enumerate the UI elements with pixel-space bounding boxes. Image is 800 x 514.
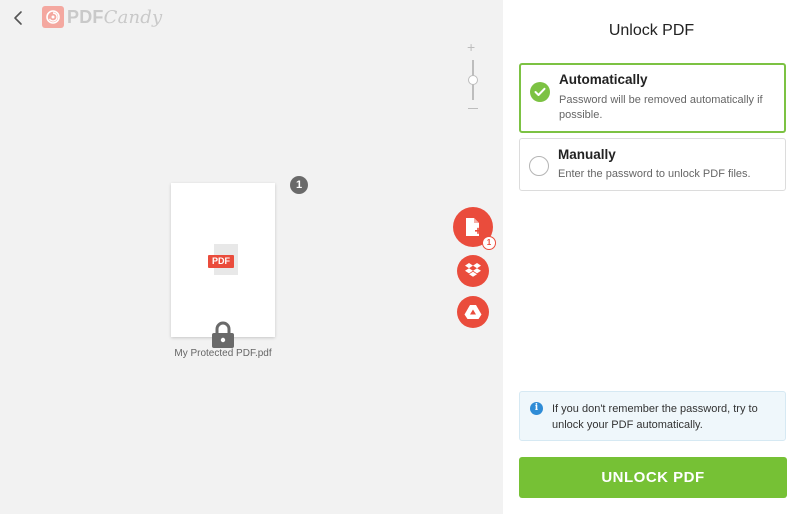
panel-title: Unlock PDF [608,22,695,39]
pdf-thumbnail[interactable]: PDF [171,183,275,348]
lock-icon [211,321,235,349]
dropbox-button[interactable] [457,255,489,287]
option-automatically[interactable]: Automatically Password will be removed a… [519,63,786,133]
add-file-icon [466,218,481,236]
back-chevron-icon [14,11,22,25]
pdf-tag: PDF [208,255,234,268]
radio-selected[interactable] [530,82,550,102]
info-box: i If you don't remember the password, tr… [519,391,786,441]
option-manually[interactable]: Manually Enter the password to unlock PD… [519,138,786,191]
option-label: Automatically [559,72,648,87]
unlock-pdf-button[interactable]: UNLOCK PDF [519,457,787,498]
check-icon [534,87,546,96]
zoom-handle[interactable] [468,75,478,85]
zoom-slider[interactable]: + [464,38,482,120]
back-button[interactable] [10,8,28,28]
dropbox-icon [465,263,481,277]
pdf-file-icon: PDF [208,244,240,276]
page-count-badge: 1 [290,176,308,194]
file-name: My Protected PDF.pdf [174,348,272,359]
upload-count-badge: 1 [482,236,496,250]
logo-text: PDFCandy [67,6,163,28]
settings-panel: Unlock PDF Automatically Password will b… [503,0,800,514]
zoom-in-button[interactable]: + [467,40,475,54]
logo[interactable]: PDFCandy [42,6,162,28]
option-label: Manually [558,147,616,162]
info-text: If you don't remember the password, try … [552,403,758,431]
option-description: Enter the password to unlock PDF files. [558,168,751,180]
radio-unselected[interactable] [529,156,549,176]
info-icon: i [530,402,543,415]
zoom-out-button[interactable] [468,108,478,109]
google-drive-icon [464,305,482,319]
option-description: Password will be removed automatically i… [559,94,763,121]
google-drive-button[interactable] [457,296,489,328]
logo-icon [42,6,64,28]
workspace: PDFCandy + PDF 1 My Protected PDF.pdf 1 [0,0,503,514]
